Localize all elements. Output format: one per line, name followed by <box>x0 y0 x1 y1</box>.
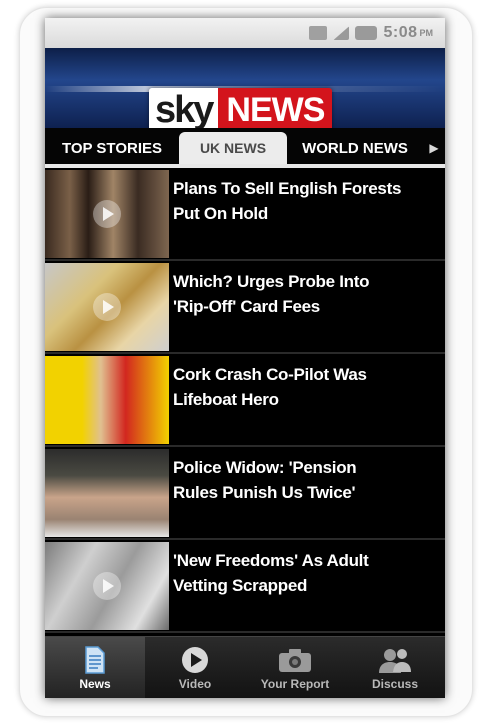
article-headline: Which? Urges Probe Into 'Rip-Off' Card F… <box>169 261 375 352</box>
headline-line: 'New Freedoms' As Adult <box>173 551 369 570</box>
list-item[interactable]: 'New Freedoms' As Adult Vetting Scrapped <box>45 540 445 633</box>
nav-label: Your Report <box>260 677 330 691</box>
article-thumbnail <box>45 170 169 258</box>
category-tabs: TOP STORIES UK NEWS WORLD NEWS ▶ <box>45 128 445 168</box>
list-item[interactable]: Cork Crash Co-Pilot Was Lifeboat Hero <box>45 354 445 447</box>
article-headline: 'New Freedoms' As Adult Vetting Scrapped <box>169 540 374 631</box>
logo-sky-text: sky <box>149 88 219 132</box>
status-ampm: PM <box>419 28 434 38</box>
people-icon <box>377 645 413 675</box>
play-icon <box>93 572 121 600</box>
headline-line: Lifeboat Hero <box>173 390 279 409</box>
status-bar: 5:08 PM <box>45 18 445 48</box>
signal-icon <box>333 26 350 40</box>
tabs-scroll-right-icon[interactable]: ▶ <box>423 132 445 164</box>
list-item[interactable]: Plans To Sell English Forests Put On Hol… <box>45 168 445 261</box>
article-thumbnail <box>45 542 169 630</box>
headline-line: 'Rip-Off' Card Fees <box>173 297 320 316</box>
play-icon <box>93 293 121 321</box>
article-thumbnail <box>45 263 169 351</box>
nav-discuss[interactable]: Discuss <box>345 637 445 698</box>
nav-label: Discuss <box>371 677 419 691</box>
status-time: 5:08 <box>383 24 418 41</box>
article-headline: Plans To Sell English Forests Put On Hol… <box>169 168 407 259</box>
tab-world-news[interactable]: WORLD NEWS <box>287 132 423 164</box>
article-headline: Cork Crash Co-Pilot Was Lifeboat Hero <box>169 354 373 445</box>
app-header: sky NEWS <box>45 48 445 132</box>
article-headline: Police Widow: 'Pension Rules Punish Us T… <box>169 447 362 538</box>
phone-screen: 5:08 PM sky NEWS TOP STORIES UK NEWS WOR… <box>45 18 445 698</box>
list-item[interactable]: Which? Urges Probe Into 'Rip-Off' Card F… <box>45 261 445 354</box>
headline-line: Police Widow: 'Pension <box>173 458 357 477</box>
article-thumbnail <box>45 356 169 444</box>
headline-line: Which? Urges Probe Into <box>173 272 370 291</box>
play-icon <box>93 200 121 228</box>
headline-line: Plans To Sell English Forests <box>173 179 402 198</box>
sky-news-logo: sky NEWS <box>149 88 333 132</box>
document-icon <box>84 645 106 675</box>
headline-line: Cork Crash Co-Pilot Was <box>173 365 367 384</box>
list-item[interactable]: Police Widow: 'Pension Rules Punish Us T… <box>45 447 445 540</box>
nav-label: News <box>79 677 111 691</box>
nav-news[interactable]: News <box>45 637 145 698</box>
nav-your-report[interactable]: Your Report <box>245 637 345 698</box>
camera-icon <box>278 645 312 675</box>
tab-top-stories[interactable]: TOP STORIES <box>45 132 179 164</box>
battery-icon <box>355 26 378 40</box>
article-thumbnail <box>45 449 169 537</box>
logo-news-text: NEWS <box>218 88 333 132</box>
nav-label: Video <box>178 677 212 691</box>
bottom-nav: News Video Your Report Discuss <box>45 636 445 698</box>
sync-icon <box>309 26 328 40</box>
article-list: Plans To Sell English Forests Put On Hol… <box>45 168 445 633</box>
headline-line: Put On Hold <box>173 204 268 223</box>
headline-line: Rules Punish Us Twice' <box>173 483 356 502</box>
tab-uk-news[interactable]: UK NEWS <box>179 132 287 164</box>
play-icon <box>180 645 210 675</box>
nav-video[interactable]: Video <box>145 637 245 698</box>
headline-line: Vetting Scrapped <box>173 576 308 595</box>
